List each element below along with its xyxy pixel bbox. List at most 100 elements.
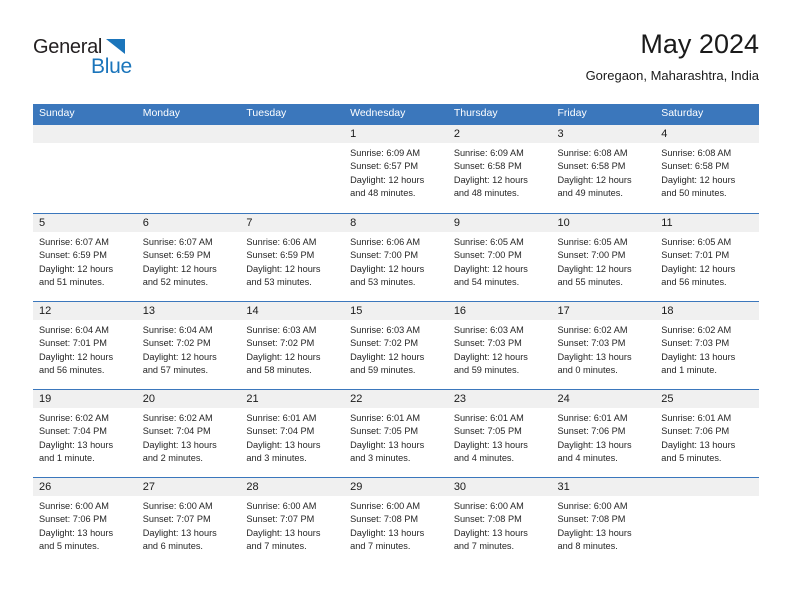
weekday-header-thursday: Thursday bbox=[453, 107, 498, 119]
day-cell[interactable]: 27 Sunrise: 6:00 AM Sunset: 7:07 PM Dayl… bbox=[136, 478, 241, 565]
day-number bbox=[655, 478, 759, 496]
sunrise-text: Sunrise: 6:05 AM bbox=[557, 237, 628, 247]
daylight-text-line1: Daylight: 13 hours bbox=[453, 439, 528, 450]
daylight-text-line2: and 51 minutes. bbox=[39, 276, 105, 287]
sunrise-text: Sunrise: 6:00 AM bbox=[39, 501, 109, 511]
daylight-text-line2: and 48 minutes. bbox=[350, 187, 416, 198]
day-details: Sunrise: 6:00 AM Sunset: 7:07 PM Dayligh… bbox=[137, 496, 241, 553]
sunset-text: Sunset: 7:02 PM bbox=[246, 338, 315, 349]
daylight-text-line1: Daylight: 13 hours bbox=[350, 527, 425, 538]
daylight-text-line1: Daylight: 12 hours bbox=[557, 174, 632, 185]
day-cell[interactable]: 21 Sunrise: 6:01 AM Sunset: 7:04 PM Dayl… bbox=[240, 390, 345, 477]
day-details: Sunrise: 6:06 AM Sunset: 7:00 PM Dayligh… bbox=[344, 232, 448, 289]
day-details: Sunrise: 6:04 AM Sunset: 7:01 PM Dayligh… bbox=[33, 320, 137, 377]
daylight-text-line1: Daylight: 13 hours bbox=[661, 351, 736, 362]
daylight-text-line1: Daylight: 12 hours bbox=[350, 263, 425, 274]
daylight-text-line2: and 54 minutes. bbox=[453, 276, 520, 287]
sunrise-text: Sunrise: 6:02 AM bbox=[142, 413, 213, 423]
day-cell[interactable]: 28 Sunrise: 6:00 AM Sunset: 7:07 PM Dayl… bbox=[240, 478, 345, 565]
day-cell[interactable]: 7 Sunrise: 6:06 AM Sunset: 6:59 PM Dayli… bbox=[240, 214, 345, 301]
day-cell[interactable]: 26 Sunrise: 6:00 AM Sunset: 7:06 PM Dayl… bbox=[33, 478, 137, 565]
sunrise-text: Sunrise: 6:08 AM bbox=[557, 148, 628, 158]
day-number: 16 bbox=[447, 302, 552, 320]
day-cell[interactable]: 4 Sunrise: 6:08 AM Sunset: 6:58 PM Dayli… bbox=[655, 125, 759, 213]
sunset-text: Sunset: 7:05 PM bbox=[453, 426, 522, 437]
day-cell[interactable]: 12 Sunrise: 6:04 AM Sunset: 7:01 PM Dayl… bbox=[33, 302, 137, 389]
daylight-text-line1: Daylight: 13 hours bbox=[246, 439, 321, 450]
day-cell[interactable]: 10 Sunrise: 6:05 AM Sunset: 7:00 PM Dayl… bbox=[551, 214, 656, 301]
day-cell[interactable]: 25 Sunrise: 6:01 AM Sunset: 7:06 PM Dayl… bbox=[655, 390, 759, 477]
daylight-text-line1: Daylight: 12 hours bbox=[142, 351, 217, 362]
daylight-text-line2: and 49 minutes. bbox=[557, 187, 623, 198]
day-details: Sunrise: 6:07 AM Sunset: 6:59 PM Dayligh… bbox=[137, 232, 241, 289]
location-subtitle: Goregaon, Maharashtra, India bbox=[585, 68, 759, 83]
day-number: 18 bbox=[655, 302, 759, 320]
sunset-text: Sunset: 7:00 PM bbox=[557, 250, 626, 261]
day-number: 2 bbox=[447, 125, 552, 143]
daylight-text-line2: and 3 minutes. bbox=[350, 452, 411, 463]
sunrise-text: Sunrise: 6:02 AM bbox=[557, 325, 628, 335]
day-cell[interactable]: 15 Sunrise: 6:03 AM Sunset: 7:02 PM Dayl… bbox=[344, 302, 448, 389]
daylight-text-line2: and 5 minutes. bbox=[39, 540, 100, 551]
day-details: Sunrise: 6:06 AM Sunset: 6:59 PM Dayligh… bbox=[240, 232, 344, 289]
daylight-text-line1: Daylight: 12 hours bbox=[453, 263, 528, 274]
day-cell[interactable]: 24 Sunrise: 6:01 AM Sunset: 7:06 PM Dayl… bbox=[551, 390, 656, 477]
day-cell[interactable]: 3 Sunrise: 6:08 AM Sunset: 6:58 PM Dayli… bbox=[551, 125, 656, 213]
daylight-text-line2: and 57 minutes. bbox=[142, 364, 209, 375]
day-cell[interactable]: 23 Sunrise: 6:01 AM Sunset: 7:05 PM Dayl… bbox=[447, 390, 552, 477]
calendar-week-row: 5 Sunrise: 6:07 AM Sunset: 6:59 PM Dayli… bbox=[33, 213, 759, 301]
sunrise-text: Sunrise: 6:05 AM bbox=[453, 237, 524, 247]
daylight-text-line2: and 59 minutes. bbox=[453, 364, 520, 375]
day-cell bbox=[655, 478, 759, 565]
daylight-text-line1: Daylight: 12 hours bbox=[246, 351, 321, 362]
day-details: Sunrise: 6:01 AM Sunset: 7:05 PM Dayligh… bbox=[448, 408, 552, 465]
day-number: 22 bbox=[344, 390, 448, 408]
day-cell[interactable]: 13 Sunrise: 6:04 AM Sunset: 7:02 PM Dayl… bbox=[136, 302, 241, 389]
day-cell[interactable]: 17 Sunrise: 6:02 AM Sunset: 7:03 PM Dayl… bbox=[551, 302, 656, 389]
sunset-text: Sunset: 6:58 PM bbox=[557, 161, 626, 172]
sunrise-text: Sunrise: 6:00 AM bbox=[453, 501, 524, 511]
day-cell[interactable]: 8 Sunrise: 6:06 AM Sunset: 7:00 PM Dayli… bbox=[344, 214, 448, 301]
day-cell[interactable]: 20 Sunrise: 6:02 AM Sunset: 7:04 PM Dayl… bbox=[136, 390, 241, 477]
day-details bbox=[137, 143, 241, 147]
daylight-text-line2: and 7 minutes. bbox=[453, 540, 515, 551]
day-cell[interactable]: 14 Sunrise: 6:03 AM Sunset: 7:02 PM Dayl… bbox=[240, 302, 345, 389]
day-number: 7 bbox=[240, 214, 345, 232]
day-cell[interactable]: 22 Sunrise: 6:01 AM Sunset: 7:05 PM Dayl… bbox=[344, 390, 448, 477]
sunset-text: Sunset: 7:03 PM bbox=[661, 338, 730, 349]
day-cell bbox=[33, 125, 137, 213]
day-cell[interactable]: 31 Sunrise: 6:00 AM Sunset: 7:08 PM Dayl… bbox=[551, 478, 656, 565]
day-cell[interactable]: 30 Sunrise: 6:00 AM Sunset: 7:08 PM Dayl… bbox=[447, 478, 552, 565]
day-number: 25 bbox=[655, 390, 759, 408]
daylight-text-line2: and 2 minutes. bbox=[142, 452, 203, 463]
day-cell[interactable]: 11 Sunrise: 6:05 AM Sunset: 7:01 PM Dayl… bbox=[655, 214, 759, 301]
day-number: 27 bbox=[136, 478, 241, 496]
day-cell[interactable]: 16 Sunrise: 6:03 AM Sunset: 7:03 PM Dayl… bbox=[447, 302, 552, 389]
daylight-text-line2: and 56 minutes. bbox=[39, 364, 105, 375]
day-cell[interactable]: 29 Sunrise: 6:00 AM Sunset: 7:08 PM Dayl… bbox=[344, 478, 448, 565]
sunset-text: Sunset: 6:57 PM bbox=[350, 161, 419, 172]
day-cell[interactable]: 6 Sunrise: 6:07 AM Sunset: 6:59 PM Dayli… bbox=[136, 214, 241, 301]
daylight-text-line2: and 48 minutes. bbox=[453, 187, 520, 198]
day-number: 12 bbox=[33, 302, 137, 320]
general-blue-logo[interactable]: General Blue bbox=[33, 36, 153, 82]
daylight-text-line1: Daylight: 12 hours bbox=[350, 351, 425, 362]
day-number bbox=[240, 125, 345, 143]
day-cell[interactable]: 9 Sunrise: 6:05 AM Sunset: 7:00 PM Dayli… bbox=[447, 214, 552, 301]
day-cell[interactable]: 18 Sunrise: 6:02 AM Sunset: 7:03 PM Dayl… bbox=[655, 302, 759, 389]
logo-text-blue: Blue bbox=[91, 55, 132, 78]
daylight-text-line1: Daylight: 12 hours bbox=[246, 263, 321, 274]
day-cell[interactable]: 19 Sunrise: 6:02 AM Sunset: 7:04 PM Dayl… bbox=[33, 390, 137, 477]
daylight-text-line2: and 59 minutes. bbox=[350, 364, 416, 375]
day-details: Sunrise: 6:00 AM Sunset: 7:08 PM Dayligh… bbox=[448, 496, 552, 553]
calendar-page: General Blue May 2024 Goregaon, Maharash… bbox=[0, 0, 792, 612]
day-cell[interactable]: 1 Sunrise: 6:09 AM Sunset: 6:57 PM Dayli… bbox=[344, 125, 448, 213]
daylight-text-line1: Daylight: 13 hours bbox=[142, 439, 217, 450]
sunrise-text: Sunrise: 6:02 AM bbox=[39, 413, 109, 423]
sunrise-text: Sunrise: 6:01 AM bbox=[246, 413, 317, 423]
day-details: Sunrise: 6:08 AM Sunset: 6:58 PM Dayligh… bbox=[655, 143, 759, 200]
day-details: Sunrise: 6:08 AM Sunset: 6:58 PM Dayligh… bbox=[552, 143, 656, 200]
weekday-header-sunday: Sunday bbox=[39, 107, 75, 119]
day-cell[interactable]: 2 Sunrise: 6:09 AM Sunset: 6:58 PM Dayli… bbox=[447, 125, 552, 213]
day-cell[interactable]: 5 Sunrise: 6:07 AM Sunset: 6:59 PM Dayli… bbox=[33, 214, 137, 301]
